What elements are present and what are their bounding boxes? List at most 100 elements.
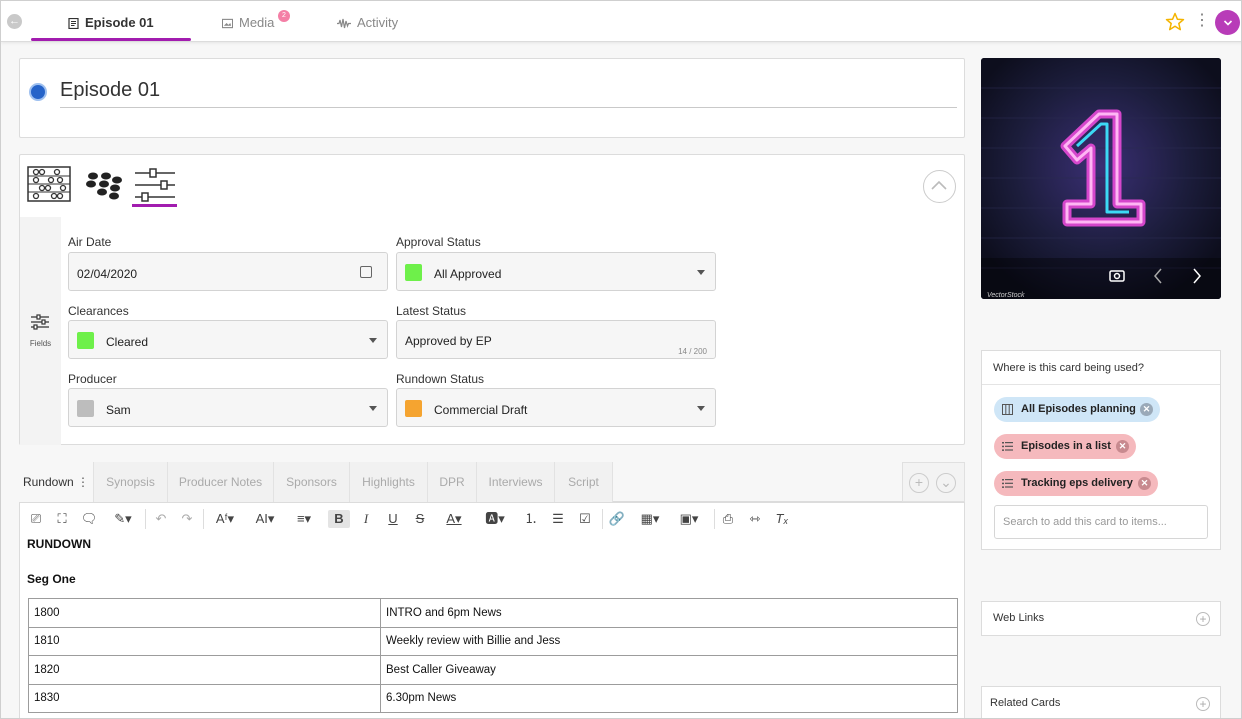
title-card: Episode 01 (19, 58, 965, 138)
sliders-view-icon[interactable] (133, 165, 177, 203)
track-changes-icon[interactable]: ✎▾ (108, 510, 138, 528)
numbered-list-icon[interactable]: ⒈ (522, 510, 540, 528)
air-date-field[interactable]: 02/04/2020 (68, 252, 388, 291)
table-row[interactable]: 1800 INTRO and 6pm News (28, 598, 958, 628)
approval-status-select[interactable]: All Approved (396, 252, 716, 291)
rundown-status-select[interactable]: Commercial Draft (396, 388, 716, 427)
align-icon[interactable]: ≡▾ (289, 510, 319, 528)
fullscreen-icon[interactable]: ⛶ (54, 510, 70, 528)
font-family-icon[interactable]: Aᶠ▾ (210, 510, 240, 528)
fields-side-strip[interactable]: Fields (20, 217, 61, 445)
bullet-list-icon[interactable]: ☰ (549, 510, 567, 528)
avatar[interactable] (1215, 10, 1240, 35)
star-icon[interactable] (1165, 12, 1185, 32)
tab-actions: + ⌄ (902, 462, 965, 502)
caret-down-icon (369, 406, 377, 411)
rundown-table[interactable]: 1800 INTRO and 6pm News 1810 Weekly revi… (28, 598, 958, 713)
neon-number-one-icon (981, 58, 1221, 299)
tab-highlights[interactable]: Highlights (350, 462, 428, 502)
highlight-color-icon[interactable]: 🅰▾ (479, 510, 511, 528)
sliders-icon (31, 314, 49, 330)
time-cell[interactable]: 1810 (28, 626, 381, 656)
segment-cell[interactable]: INTRO and 6pm News (380, 598, 958, 628)
tab-media[interactable]: Media (222, 1, 274, 41)
undo-icon[interactable]: ↶ (153, 510, 169, 528)
producer-label: Producer (68, 372, 117, 386)
font-size-icon[interactable]: AI▾ (249, 510, 281, 528)
web-links-card[interactable]: Web Links + (981, 601, 1221, 636)
print-icon[interactable]: ⎙ (719, 510, 737, 528)
more-options-icon[interactable]: ⋮ (1194, 12, 1210, 32)
chip-tracking-eps-delivery[interactable]: Tracking eps delivery ✕ (994, 471, 1158, 496)
remove-chip-icon[interactable]: ✕ (1116, 440, 1129, 453)
blackberry-view-icon[interactable] (82, 165, 126, 203)
editor-tabs: Rundown ⋮ Synopsis Producer Notes Sponso… (19, 462, 965, 502)
producer-value: Sam (106, 403, 131, 417)
comment-icon[interactable]: 🗨 (80, 510, 98, 528)
web-links-label: Web Links (993, 612, 1045, 624)
document-body[interactable]: RUNDOWN Seg One 1800 INTRO and 6pm News … (19, 533, 965, 718)
latest-status-field[interactable]: Approved by EP 14 / 200 (396, 320, 716, 359)
abacus-view-icon[interactable] (27, 165, 71, 203)
tab-activity-label: Activity (357, 15, 399, 30)
calendar-icon[interactable] (360, 266, 372, 278)
table-row[interactable]: 1820 Best Caller Giveaway (28, 655, 958, 685)
clear-format-icon[interactable]: Tₓ (773, 510, 791, 528)
tab-script[interactable]: Script (555, 462, 613, 502)
add-related-card-icon[interactable]: + (1196, 697, 1210, 711)
paint-format-icon[interactable]: ⎚ (28, 510, 44, 528)
strikethrough-icon[interactable]: S (412, 510, 428, 528)
page-title[interactable]: Episode 01 (60, 79, 160, 102)
chip-episodes-in-a-list[interactable]: Episodes in a list ✕ (994, 434, 1136, 459)
fields-card: Fields Air Date 02/04/2020 Approval Stat… (19, 154, 965, 445)
back-icon[interactable]: ← (7, 14, 22, 29)
tab-interviews[interactable]: Interviews (477, 462, 555, 502)
usage-search-input[interactable]: Search to add this card to items... (994, 505, 1208, 539)
segment-cell[interactable]: 6.30pm News (380, 683, 958, 713)
tab-media-label: Media (239, 15, 275, 30)
tab-synopsis[interactable]: Synopsis (94, 462, 168, 502)
collapse-button[interactable] (923, 170, 956, 203)
tab-sponsors[interactable]: Sponsors (274, 462, 350, 502)
tab-producer-notes[interactable]: Producer Notes (168, 462, 274, 502)
clearances-label: Clearances (68, 304, 129, 318)
table-row[interactable]: 1810 Weekly review with Billie and Jess (28, 626, 958, 656)
table-row[interactable]: 1830 6.30pm News (28, 683, 958, 713)
app-window: ← Episode 01 Media 2 Activity ⋮ Episode … (0, 0, 1242, 719)
font-color-icon[interactable]: A▾ (439, 510, 469, 528)
tab-menu-icon[interactable]: ⋮ (77, 475, 89, 489)
producer-select[interactable]: Sam (68, 388, 388, 427)
remove-chip-icon[interactable]: ✕ (1138, 477, 1151, 490)
redo-icon[interactable]: ↷ (179, 510, 195, 528)
caret-down-icon (369, 338, 377, 343)
remove-chip-icon[interactable]: ✕ (1140, 403, 1153, 416)
tab-activity[interactable]: Activity (337, 1, 398, 41)
segment-cell[interactable]: Weekly review with Billie and Jess (380, 626, 958, 656)
italic-icon[interactable]: I (358, 510, 374, 528)
image-icon[interactable]: ▣▾ (674, 510, 704, 528)
time-cell[interactable]: 1830 (28, 683, 381, 713)
time-cell[interactable]: 1820 (28, 655, 381, 685)
checklist-icon[interactable]: ☑ (576, 510, 594, 528)
chip-all-episodes-planning[interactable]: All Episodes planning ✕ (994, 397, 1160, 422)
toolbar-divider (145, 509, 146, 529)
add-tab-icon[interactable]: + (909, 473, 929, 493)
table-icon[interactable]: ▦▾ (635, 510, 665, 528)
bold-icon[interactable]: B (328, 510, 350, 528)
tab-episode[interactable]: Episode 01 (68, 1, 154, 41)
approval-status-swatch (405, 264, 422, 281)
related-cards-card[interactable]: Related Cards + (981, 686, 1221, 718)
clearances-select[interactable]: Cleared (68, 320, 388, 359)
chip-label: All Episodes planning (1021, 403, 1136, 415)
link-icon[interactable]: 🔗 (608, 510, 626, 528)
page-break-icon[interactable]: ⇿ (746, 510, 764, 528)
underline-icon[interactable]: U (385, 510, 401, 528)
approval-status-value: All Approved (434, 267, 502, 281)
tab-rundown[interactable]: Rundown ⋮ (19, 462, 94, 502)
media-preview[interactable]: VectorStock (981, 58, 1221, 299)
tab-dpr[interactable]: DPR (428, 462, 477, 502)
segment-cell[interactable]: Best Caller Giveaway (380, 655, 958, 685)
expand-tabs-icon[interactable]: ⌄ (936, 473, 956, 493)
add-web-link-icon[interactable]: + (1196, 612, 1210, 626)
time-cell[interactable]: 1800 (28, 598, 381, 628)
